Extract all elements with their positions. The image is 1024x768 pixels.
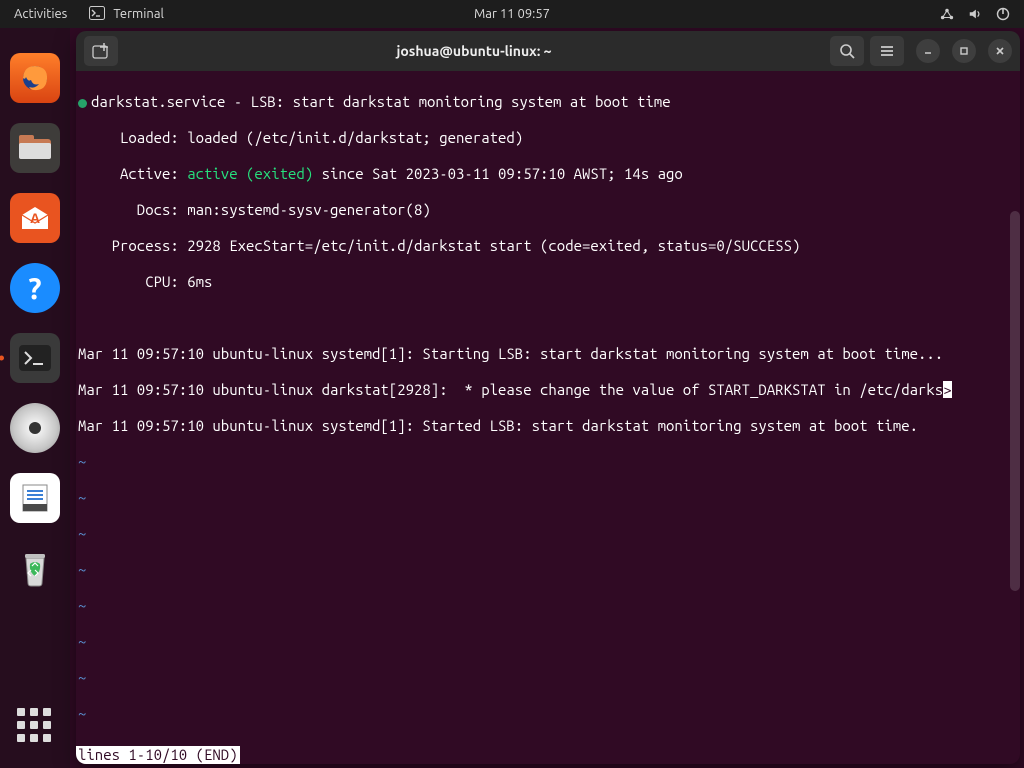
window-title: joshua@ubuntu-linux: ~ <box>124 43 824 59</box>
gnome-topbar: Activities Terminal Mar 11 09:57 <box>0 0 1024 28</box>
pager-tilde: ~ <box>76 489 1020 507</box>
search-button[interactable] <box>830 36 864 66</box>
pager-tilde: ~ <box>76 633 1020 651</box>
terminal-window: joshua@ubuntu-linux: ~ darkstat.service … <box>76 31 1020 764</box>
maximize-button[interactable] <box>952 39 976 63</box>
log-line-1: Mar 11 09:57:10 ubuntu-linux systemd[1]:… <box>76 345 1020 363</box>
power-icon[interactable] <box>996 7 1010 21</box>
pager-status: lines 1-10/10 (END) <box>76 746 240 764</box>
activities-button[interactable]: Activities <box>14 7 67 21</box>
dock-firefox[interactable] <box>10 53 60 103</box>
pager-tilde: ~ <box>76 561 1020 579</box>
status-cpu: CPU: 6ms <box>76 273 1020 291</box>
close-button[interactable] <box>988 39 1012 63</box>
dock: A ? <box>0 28 70 768</box>
svg-text:A: A <box>30 210 40 226</box>
blank-line <box>76 309 1020 327</box>
window-titlebar: joshua@ubuntu-linux: ~ <box>76 31 1020 71</box>
topbar-app-menu[interactable]: Terminal <box>89 6 164 23</box>
new-tab-button[interactable] <box>84 36 118 66</box>
status-header: darkstat.service - LSB: start darkstat m… <box>76 93 1020 111</box>
pager-tilde: ~ <box>76 669 1020 687</box>
scrollbar[interactable] <box>1010 211 1020 591</box>
status-loaded: Loaded: loaded (/etc/init.d/darkstat; ge… <box>76 129 1020 147</box>
terminal-output[interactable]: darkstat.service - LSB: start darkstat m… <box>76 71 1020 764</box>
terminal-icon <box>89 6 105 23</box>
pager-tilde: ~ <box>76 597 1020 615</box>
network-icon[interactable] <box>940 7 954 21</box>
pager-tilde: ~ <box>76 705 1020 723</box>
log-line-3: Mar 11 09:57:10 ubuntu-linux systemd[1]:… <box>76 417 1020 435</box>
log-line-2: Mar 11 09:57:10 ubuntu-linux darkstat[29… <box>76 381 1020 399</box>
hamburger-menu-button[interactable] <box>870 36 904 66</box>
minimize-button[interactable] <box>916 39 940 63</box>
dock-disc[interactable] <box>10 403 60 453</box>
topbar-app-label: Terminal <box>113 7 164 21</box>
dock-trash[interactable] <box>10 543 60 593</box>
show-apps-button[interactable] <box>17 708 53 744</box>
pager-tilde: ~ <box>76 453 1020 471</box>
dock-files[interactable] <box>10 123 60 173</box>
clock[interactable]: Mar 11 09:57 <box>474 7 550 21</box>
dock-software[interactable]: A <box>10 193 60 243</box>
dock-text-editor[interactable] <box>10 473 60 523</box>
pager-tilde: ~ <box>76 525 1020 543</box>
volume-icon[interactable] <box>968 7 982 21</box>
status-process: Process: 2928 ExecStart=/etc/init.d/dark… <box>76 237 1020 255</box>
status-docs: Docs: man:systemd-sysv-generator(8) <box>76 201 1020 219</box>
dock-terminal[interactable] <box>10 333 60 383</box>
status-active: Active: active (exited) since Sat 2023-0… <box>76 165 1020 183</box>
status-dot-icon <box>78 99 87 108</box>
dock-help[interactable]: ? <box>10 263 60 313</box>
